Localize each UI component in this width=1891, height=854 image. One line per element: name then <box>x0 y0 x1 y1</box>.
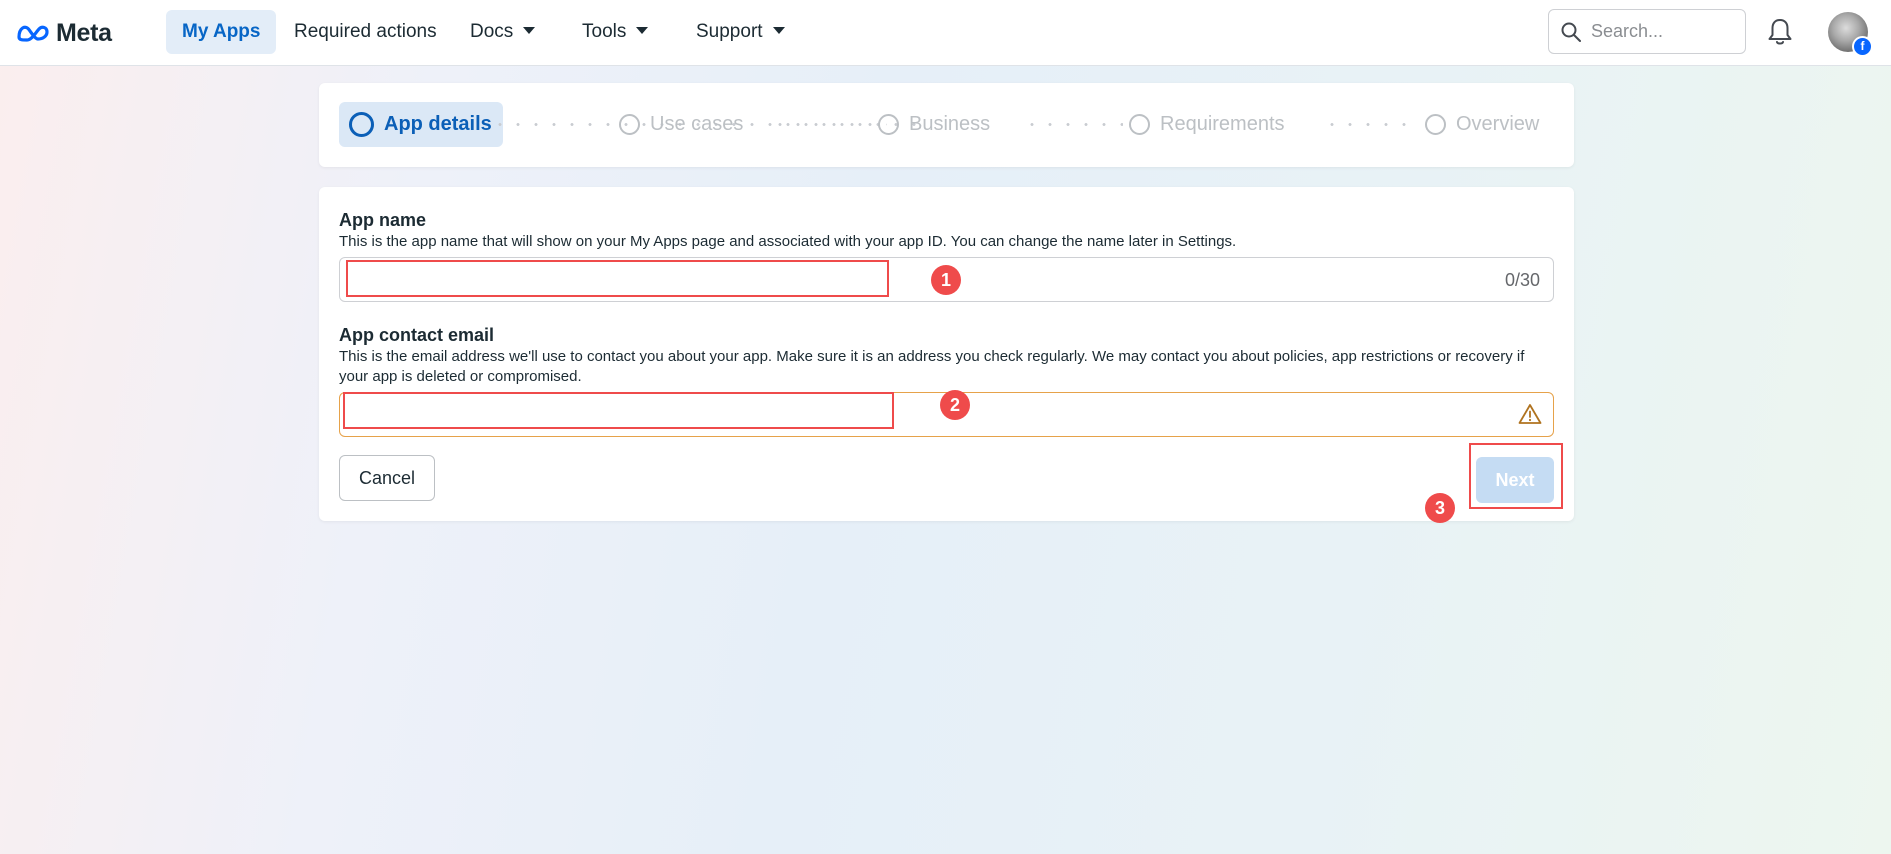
step-requirements[interactable]: Requirements <box>1129 102 1285 147</box>
nav-support-label: Support <box>696 21 763 42</box>
nav-required-actions-label: Required actions <box>294 21 437 42</box>
step-app-details[interactable]: App details <box>339 102 503 147</box>
step-label: App details <box>384 113 492 135</box>
nav-docs-label: Docs <box>470 21 514 42</box>
step-label: Business <box>909 113 991 135</box>
nav-tools[interactable]: Tools <box>566 10 664 54</box>
search-box[interactable] <box>1548 9 1746 54</box>
step-label: Requirements <box>1160 113 1285 135</box>
step-connector <box>1323 123 1415 126</box>
meta-infinity-icon <box>17 25 49 42</box>
notification-bell-icon[interactable] <box>1766 17 1794 47</box>
top-nav-bar: Meta My Apps Required actions Docs Tools… <box>0 0 1891 66</box>
annotation-number-2: 2 <box>940 390 970 420</box>
caret-down-icon <box>523 27 536 35</box>
caret-down-icon <box>636 27 649 35</box>
warning-icon <box>1518 404 1542 424</box>
step-label: Overview <box>1456 113 1540 135</box>
cancel-button[interactable]: Cancel <box>339 455 435 501</box>
facebook-badge-icon: f <box>1852 36 1873 57</box>
app-name-label: App name <box>339 210 427 230</box>
annotation-box-next <box>1469 443 1563 509</box>
step-circle-icon <box>619 114 640 135</box>
nav-tools-label: Tools <box>582 21 627 42</box>
step-connector <box>1023 123 1123 126</box>
brand-name: Meta <box>56 18 112 47</box>
step-circle-icon <box>1129 114 1150 135</box>
step-connector <box>771 123 887 126</box>
caret-down-icon <box>772 27 785 35</box>
annotation-box-app-email <box>343 392 894 429</box>
step-label: Use cases <box>650 113 744 135</box>
step-circle-icon <box>878 114 899 135</box>
step-business[interactable]: Business <box>878 102 990 147</box>
progress-stepper: App details Use cases Business Requireme… <box>319 83 1574 167</box>
nav-my-apps-label: My Apps <box>182 21 261 42</box>
app-email-help: This is the email address we'll use to c… <box>339 348 1525 385</box>
search-input[interactable] <box>1589 20 1733 43</box>
step-circle-icon <box>1425 114 1446 135</box>
app-name-help: This is the app name that will show on y… <box>339 233 1237 250</box>
app-email-label: App contact email <box>339 325 495 345</box>
annotation-number-1: 1 <box>931 265 961 295</box>
meta-logo[interactable]: Meta <box>16 18 112 48</box>
nav-support[interactable]: Support <box>680 10 801 54</box>
step-use-cases[interactable]: Use cases <box>619 102 743 147</box>
char-counter: 0/30 <box>1504 270 1540 290</box>
nav-my-apps[interactable]: My Apps <box>166 10 277 54</box>
step-overview[interactable]: Overview <box>1425 102 1539 147</box>
annotation-box-app-name <box>346 260 889 297</box>
nav-required-actions[interactable]: Required actions <box>278 10 453 54</box>
annotation-number-3: 3 <box>1425 493 1455 523</box>
app-details-form: App name This is the app name that will … <box>319 187 1574 521</box>
search-icon <box>1561 22 1581 42</box>
step-circle-icon <box>349 112 374 137</box>
nav-docs[interactable]: Docs <box>454 10 551 54</box>
